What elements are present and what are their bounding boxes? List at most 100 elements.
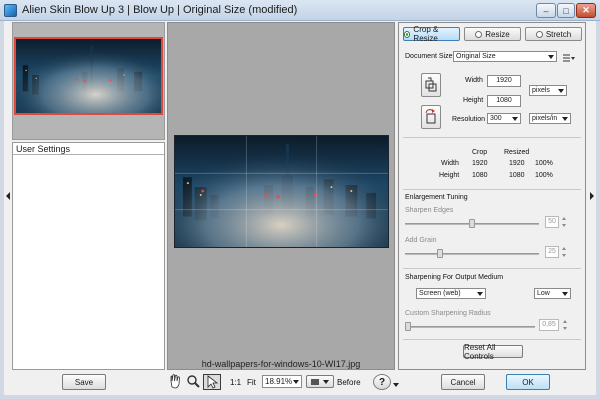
zoom-fit-button[interactable]: Fit	[247, 378, 256, 387]
divider	[403, 137, 581, 138]
before-view-select[interactable]	[306, 375, 334, 388]
select-tool-icon	[207, 375, 219, 389]
unit-value: pixels	[532, 87, 550, 94]
resize-radio	[475, 30, 483, 38]
add-grain-value[interactable]: 25	[545, 246, 559, 258]
chevron-down-icon	[562, 291, 568, 296]
radius-spinner[interactable]	[562, 320, 567, 330]
menu-icon[interactable]	[563, 53, 575, 62]
grain-spinner[interactable]	[561, 247, 566, 257]
sharpening-amount-select[interactable]: Low	[534, 288, 571, 299]
chevron-down-icon	[548, 54, 554, 59]
maximize-button[interactable]: □	[557, 3, 575, 18]
tab-crop-resize[interactable]: Crop & Resize	[403, 25, 460, 43]
unit-select[interactable]: pixels	[529, 85, 567, 96]
custom-radius-slider[interactable]	[405, 322, 535, 332]
minimize-button[interactable]: –	[536, 3, 556, 18]
height-field[interactable]: 1080	[487, 95, 521, 107]
zoom-1to1-button[interactable]: 1:1	[230, 378, 241, 387]
sharpening-amount-value: Low	[537, 290, 550, 297]
navigator-panel	[12, 22, 165, 140]
resolution-unit-value: pixels/in	[532, 115, 558, 122]
reset-all-controls-button[interactable]: Reset All Controls	[463, 343, 523, 361]
file-name-label: hd-wallpapers-for-windows-10-WI17.jpg	[201, 359, 361, 369]
zoom-tool-button[interactable]	[186, 374, 202, 390]
user-settings-header: User Settings	[13, 143, 164, 155]
navigator-thumbnail[interactable]	[14, 37, 163, 115]
crop-icon	[425, 77, 437, 92]
hand-tool-icon	[170, 374, 180, 389]
select-tool-button[interactable]	[203, 374, 221, 390]
output-medium-select[interactable]: Screen (web)	[416, 288, 486, 299]
chevron-down-icon	[323, 379, 329, 384]
chevron-down-icon	[477, 291, 483, 296]
slider-track	[405, 326, 535, 328]
custom-radius-value[interactable]: 0,85	[539, 319, 559, 331]
hand-tool-button[interactable]	[168, 374, 184, 390]
resolution-label: Resolution	[452, 116, 486, 123]
ok-button[interactable]: OK	[506, 374, 550, 390]
summary-height-crop: 1080	[472, 172, 488, 179]
add-grain-slider[interactable]	[405, 249, 539, 259]
tab-stretch[interactable]: Stretch	[525, 27, 582, 41]
preview-area	[167, 22, 395, 370]
slider-thumb[interactable]	[469, 219, 475, 228]
custom-radius-label: Custom Sharpening Radius	[405, 310, 491, 317]
resized-column-header: Resized	[504, 149, 530, 156]
sharpen-edges-value[interactable]: 50	[545, 216, 559, 228]
add-grain-label: Add Grain	[405, 237, 437, 244]
preview-image[interactable]	[174, 135, 389, 248]
rotate-button[interactable]	[421, 105, 441, 129]
summary-height-pct: 100%	[535, 172, 553, 179]
user-settings-panel: User Settings	[12, 142, 165, 370]
help-menu-toggle[interactable]	[391, 383, 399, 387]
resolution-select[interactable]: 300	[487, 113, 521, 124]
collapse-left-icon[interactable]	[6, 192, 10, 200]
summary-height-resized: 1080	[509, 172, 525, 179]
zoom-tool-icon	[187, 375, 200, 388]
sharpen-edges-slider[interactable]	[405, 219, 539, 229]
sharpen-spinner[interactable]	[561, 217, 566, 227]
save-button[interactable]: Save	[62, 374, 106, 390]
document-size-select[interactable]: Original Size	[453, 51, 557, 62]
summary-width-label: Width	[441, 160, 459, 167]
sharpening-output-heading: Sharpening For Output Medium	[405, 274, 504, 281]
tab-stretch-label: Stretch	[545, 29, 572, 39]
document-size-value: Original Size	[456, 53, 496, 60]
city-preview-image	[175, 136, 388, 247]
cancel-button[interactable]: Cancel	[441, 374, 485, 390]
slider-track	[405, 253, 539, 255]
tab-crop-resize-label: Crop & Resize	[413, 25, 439, 43]
tab-resize[interactable]: Resize	[464, 27, 521, 41]
split-view-icon	[311, 378, 319, 385]
close-button[interactable]: ✕	[576, 3, 596, 18]
crop-button[interactable]	[421, 73, 441, 97]
app-icon	[4, 4, 17, 17]
summary-width-pct: 100%	[535, 160, 553, 167]
width-label: Width	[465, 77, 483, 84]
chevron-down-icon	[393, 383, 399, 387]
tab-resize-label: Resize	[485, 29, 510, 39]
height-label: Height	[463, 97, 484, 104]
window-title: Alien Skin Blow Up 3 | Blow Up | Origina…	[22, 4, 298, 16]
before-label[interactable]: Before	[337, 378, 361, 387]
divider	[403, 189, 581, 190]
output-medium-value: Screen (web)	[419, 290, 461, 297]
chevron-down-icon	[293, 379, 299, 384]
stretch-radio	[535, 30, 543, 38]
slider-thumb[interactable]	[437, 249, 443, 258]
summary-height-label: Height	[439, 172, 460, 179]
slider-thumb[interactable]	[405, 322, 411, 331]
help-button[interactable]: ?	[373, 374, 391, 390]
title-bar: Alien Skin Blow Up 3 | Blow Up | Origina…	[0, 0, 600, 21]
help-icon: ?	[378, 376, 386, 388]
summary-width-crop: 1920	[472, 160, 488, 167]
zoom-level-value: 18.91%	[265, 377, 293, 386]
resolution-unit-select[interactable]: pixels/in	[529, 113, 571, 124]
zoom-level-select[interactable]: 18.91%	[262, 375, 302, 388]
collapse-right-icon[interactable]	[590, 192, 594, 200]
document-size-label: Document Size	[405, 53, 453, 60]
settings-panel: Crop & Resize Resize Stretch Document Si…	[398, 22, 586, 370]
width-field[interactable]: 1920	[487, 75, 521, 87]
resolution-value: 300	[490, 115, 502, 122]
